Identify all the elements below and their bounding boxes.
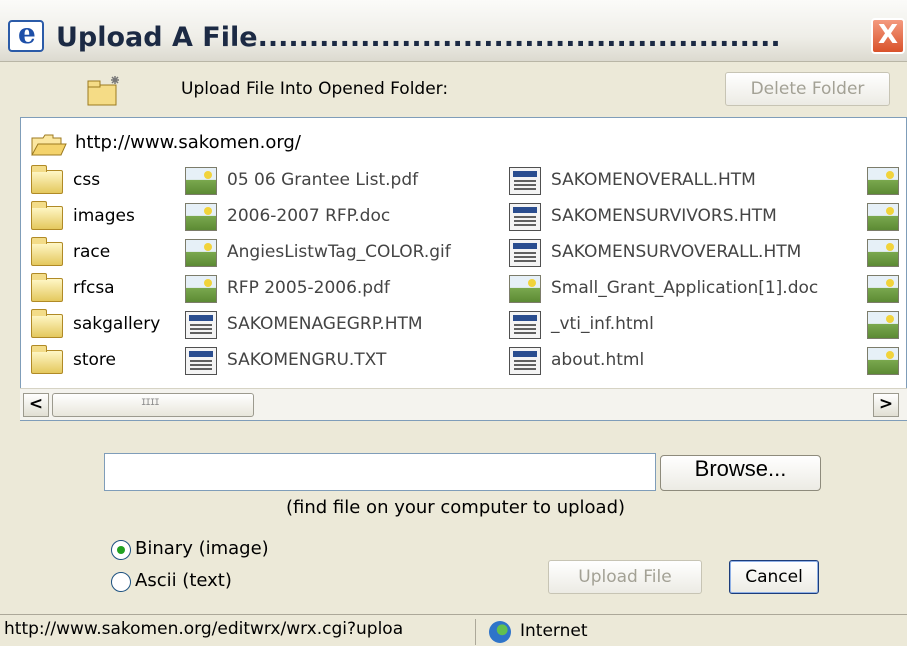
scroll-right-button[interactable]: > (873, 393, 899, 417)
folder-name: images (73, 206, 135, 226)
binary-radio[interactable] (111, 540, 131, 560)
image-file-icon (867, 239, 899, 267)
window-title: Upload A File...........................… (56, 22, 781, 53)
security-zone: Internet (520, 621, 588, 641)
horizontal-scrollbar[interactable]: < > (20, 388, 907, 420)
folder-icon (31, 273, 63, 302)
folder-icon (31, 345, 63, 374)
cancel-button[interactable]: Cancel (729, 560, 819, 594)
binary-label: Binary (image) (135, 538, 269, 559)
scroll-left-button[interactable]: < (23, 393, 49, 417)
image-file-icon (867, 311, 899, 339)
file-name: 2006-2007 RFP.doc (227, 206, 391, 226)
html-file-icon (185, 347, 217, 375)
folder-name: store (73, 350, 116, 370)
ie-icon (8, 17, 44, 52)
file-name: SAKOMENGRU.TXT (227, 350, 387, 370)
file-name: about.html (551, 350, 645, 370)
file-name: 05 06 Grantee List.pdf (227, 170, 419, 190)
open-folder-icon (31, 134, 67, 156)
html-file-icon (509, 167, 541, 195)
image-file-icon (509, 275, 541, 303)
file-name: SAKOMENSURVOVERALL.HTM (551, 242, 802, 262)
image-file-icon (185, 239, 217, 267)
html-file-icon (509, 311, 541, 339)
folder-name: race (73, 242, 111, 262)
ascii-label: Ascii (text) (135, 570, 232, 591)
upload-hint: (find file on your computer to upload) (286, 497, 626, 518)
file-name: SAKOMENOVERALL.HTM (551, 170, 756, 190)
internet-zone-icon (489, 621, 511, 643)
file-name: SAKOMENAGEGRP.HTM (227, 314, 423, 334)
image-file-icon (185, 275, 217, 303)
upload-folder-label: Upload File Into Opened Folder: (181, 79, 449, 99)
file-name: RFP 2005-2006.pdf (227, 278, 390, 298)
image-file-icon (867, 167, 899, 195)
image-file-icon (185, 203, 217, 231)
folder-name: css (73, 170, 101, 190)
delete-folder-button[interactable]: Delete Folder (725, 72, 890, 106)
close-button[interactable]: X (871, 18, 905, 54)
upload-file-button[interactable]: Upload File (548, 560, 702, 594)
html-file-icon (509, 239, 541, 267)
folder-icon (31, 237, 63, 266)
file-name: _vti_inf.html (551, 314, 654, 334)
html-file-icon (509, 347, 541, 375)
title-bar[interactable]: Upload A File...........................… (0, 0, 907, 62)
status-url: http://www.sakomen.org/editwrx/wrx.cgi?u… (4, 619, 476, 645)
scroll-thumb[interactable] (52, 393, 254, 417)
folder-icon (31, 165, 63, 194)
file-name: Small_Grant_Application[1].doc (551, 278, 819, 298)
folder-icon (31, 309, 63, 338)
root-path: http://www.sakomen.org/ (75, 132, 301, 153)
image-file-icon (185, 167, 217, 195)
image-file-icon (867, 275, 899, 303)
ascii-radio[interactable] (111, 572, 131, 592)
file-name: AngiesListwTag_COLOR.gif (227, 242, 451, 262)
new-folder-icon[interactable] (84, 73, 124, 109)
image-file-icon (867, 347, 899, 375)
status-bar: http://www.sakomen.org/editwrx/wrx.cgi?u… (0, 614, 907, 646)
folder-icon (31, 201, 63, 230)
html-file-icon (509, 203, 541, 231)
folder-name: sakgallery (73, 314, 161, 334)
folder-name: rfcsa (73, 278, 115, 298)
file-browser[interactable]: http://www.sakomen.org/ css images race … (20, 117, 907, 421)
browse-button[interactable]: Browse... (660, 455, 821, 491)
html-file-icon (185, 311, 217, 339)
image-file-icon (867, 203, 899, 231)
file-path-input[interactable] (104, 453, 656, 491)
file-name: SAKOMENSURVIVORS.HTM (551, 206, 777, 226)
